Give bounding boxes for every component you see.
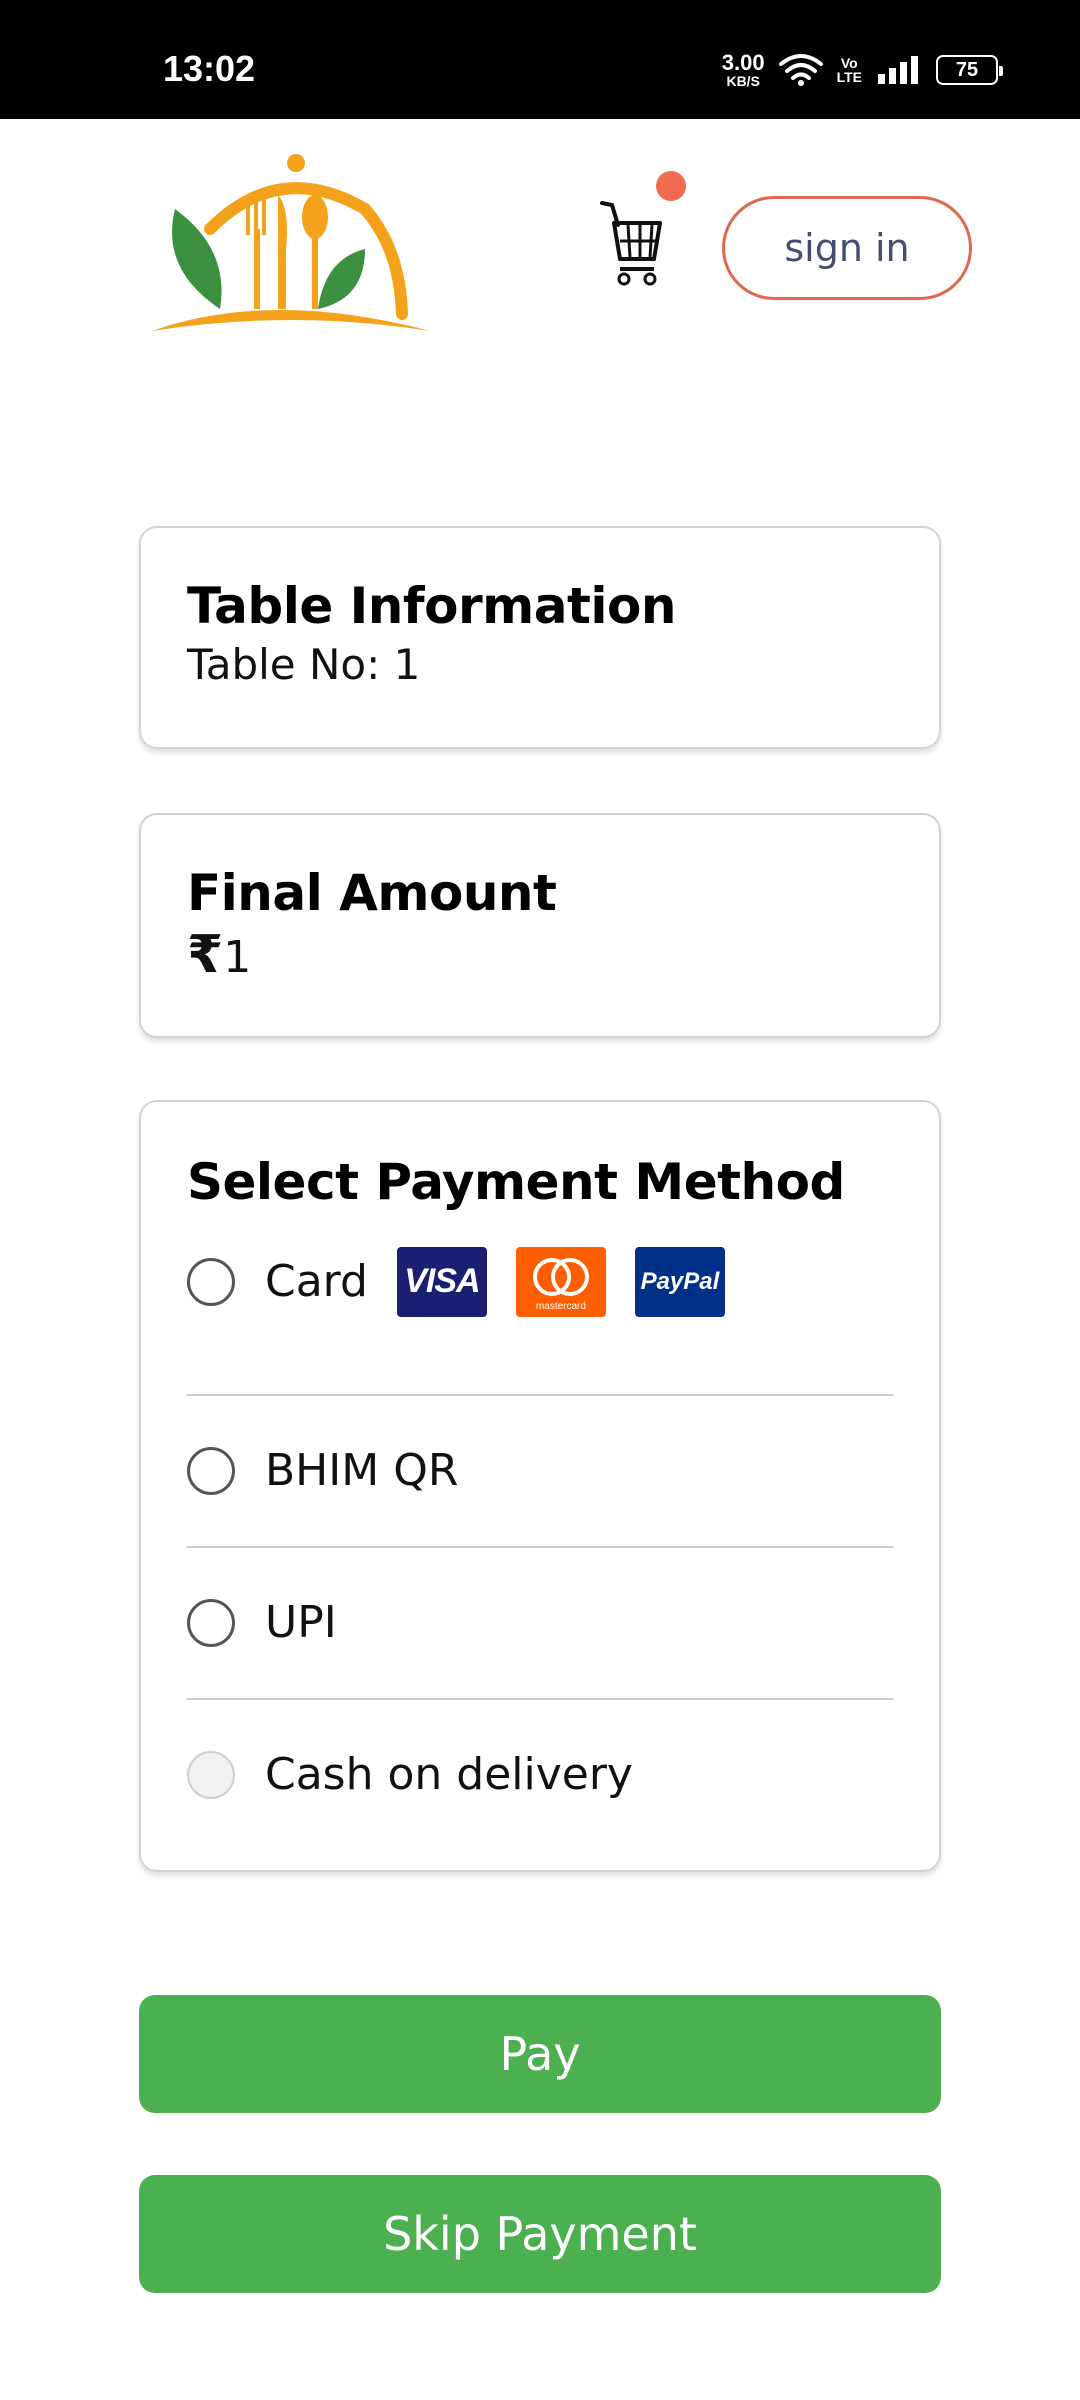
- network-speed-value: 3.00: [721, 50, 765, 75]
- payment-option-bhim-qr[interactable]: BHIM QR: [187, 1396, 893, 1546]
- table-info-card: Table Information Table No: 1: [139, 526, 941, 749]
- volte-bottom: LTE: [836, 69, 862, 85]
- cash-on-delivery-radio: [187, 1750, 235, 1799]
- card-label: Card: [265, 1256, 368, 1307]
- wifi-icon: [778, 54, 823, 86]
- card-radio[interactable]: [187, 1257, 235, 1306]
- payment-option-card[interactable]: Card VISA mastercard PayPal: [187, 1222, 893, 1342]
- restaurant-logo[interactable]: [150, 149, 430, 339]
- amount-number: 1: [223, 931, 252, 983]
- table-info-title: Table Information: [187, 577, 676, 635]
- payment-option-cash-on-delivery: Cash on delivery: [187, 1700, 893, 1850]
- status-time: 13:02: [163, 48, 256, 89]
- volte-top: Vo: [840, 55, 858, 71]
- upi-radio[interactable]: [187, 1598, 235, 1647]
- network-speed-unit: KB/S: [726, 73, 760, 89]
- payment-option-upi[interactable]: UPI: [187, 1548, 893, 1698]
- volte-icon: Vo LTE: [837, 56, 862, 84]
- payment-method-title: Select Payment Method: [187, 1153, 845, 1211]
- final-amount-card: Final Amount ₹1: [139, 813, 941, 1038]
- rupee-symbol: ₹: [187, 924, 224, 985]
- table-number: Table No: 1: [187, 639, 421, 689]
- status-bar: 13:02 3.00 KB/S Vo LTE 75: [0, 0, 1080, 119]
- upi-label: UPI: [265, 1597, 337, 1648]
- final-amount-title: Final Amount: [187, 864, 557, 922]
- status-icons: 3.00 KB/S Vo LTE 75: [721, 50, 1003, 90]
- visa-logo: VISA: [396, 1246, 487, 1317]
- visa-text: VISA: [404, 1262, 480, 1300]
- cart-badge: [656, 171, 686, 201]
- skip-payment-button[interactable]: Skip Payment: [139, 2175, 941, 2293]
- paypal-logo: PayPal: [634, 1246, 725, 1317]
- mastercard-logo: mastercard: [515, 1246, 606, 1317]
- mastercard-text: mastercard: [535, 1300, 586, 1312]
- cart-icon[interactable]: [598, 197, 668, 287]
- sign-in-button[interactable]: sign in: [722, 196, 972, 300]
- battery-icon: 75: [936, 55, 1003, 85]
- cash-on-delivery-label: Cash on delivery: [265, 1749, 633, 1800]
- final-amount-value: ₹1: [187, 924, 893, 985]
- payment-method-card: Select Payment Method Card VISA masterca…: [139, 1100, 941, 1872]
- signal-icon: [878, 56, 918, 84]
- app-header: sign in: [0, 119, 1080, 349]
- pay-button[interactable]: Pay: [139, 1995, 941, 2113]
- bhim-qr-radio[interactable]: [187, 1446, 235, 1495]
- network-speed: 3.00 KB/S: [721, 50, 765, 89]
- paypal-text: PayPal: [640, 1267, 720, 1295]
- bhim-qr-label: BHIM QR: [265, 1445, 459, 1496]
- battery-level: 75: [955, 58, 979, 81]
